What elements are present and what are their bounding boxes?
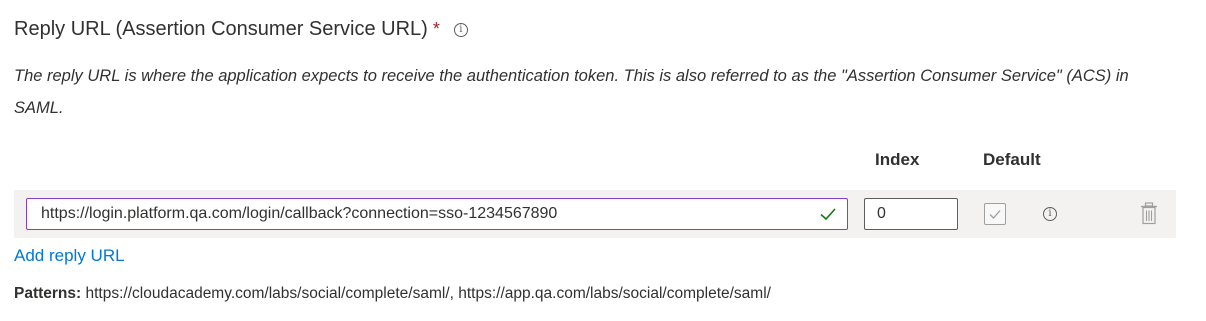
info-icon[interactable]: i	[453, 22, 468, 37]
reply-url-field	[26, 198, 848, 230]
section-description: The reply URL is where the application e…	[14, 67, 1129, 117]
patterns-text: Patterns: https://cloudacademy.com/labs/…	[14, 285, 771, 303]
reply-url-input[interactable]	[27, 199, 817, 228]
section-title: Reply URL (Assertion Consumer Service UR…	[14, 18, 428, 40]
reply-url-row: i	[14, 190, 1176, 238]
add-reply-url-link[interactable]: Add reply URL	[14, 246, 125, 266]
section-title-row: Reply URL (Assertion Consumer Service UR…	[14, 18, 468, 41]
trash-icon[interactable]	[1140, 202, 1158, 226]
patterns-value: https://cloudacademy.com/labs/social/com…	[85, 285, 771, 302]
column-header-default: Default	[983, 150, 1041, 169]
checkmark-icon	[989, 210, 1001, 219]
index-input[interactable]	[864, 198, 958, 230]
patterns-label: Patterns:	[14, 285, 82, 302]
check-icon	[820, 208, 836, 221]
info-icon[interactable]: i	[1043, 207, 1057, 221]
required-marker: *	[432, 19, 440, 39]
column-header-index: Index	[875, 150, 920, 169]
default-checkbox[interactable]	[984, 203, 1006, 225]
